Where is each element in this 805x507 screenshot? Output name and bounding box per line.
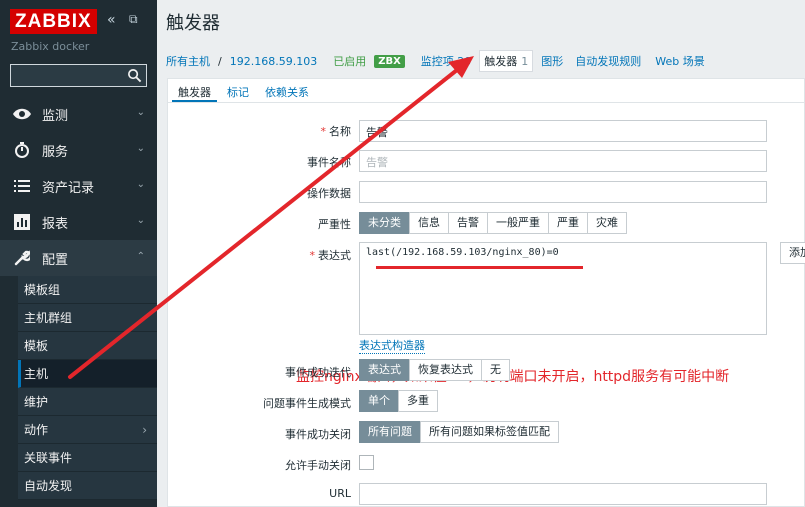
- event-name-input[interactable]: 告警: [359, 150, 767, 172]
- chevron-down-icon: ⌄: [136, 107, 145, 118]
- severity-not-classified[interactable]: 未分类: [359, 212, 410, 234]
- severity-selector: 未分类 信息 告警 一般严重 严重 灾难: [359, 212, 627, 234]
- breadcrumb-separator: /: [218, 54, 222, 68]
- host-tab-triggers[interactable]: 触发器 1: [479, 50, 534, 72]
- nav-label: 服务: [42, 144, 69, 160]
- submenu-actions[interactable]: 动作 ›: [18, 416, 157, 444]
- host-status-enabled[interactable]: 已启用: [333, 53, 366, 69]
- chart-icon: [12, 212, 32, 232]
- add-expression-button[interactable]: 添加: [780, 242, 805, 264]
- trigger-form-panel: 触发器 标记 依赖关系 * 名称 告警 事件名称 告警 操作数据 严重性 未分类 …: [167, 78, 805, 507]
- expression-highlight-underline: [376, 266, 583, 269]
- wrench-icon: [12, 248, 32, 268]
- breadcrumb-all-hosts[interactable]: 所有主机: [166, 53, 210, 69]
- configuration-submenu: 模板组 主机群组 模板 主机 维护 动作 › 关联事件 自动发现: [18, 276, 157, 500]
- required-asterisk: *: [309, 249, 316, 262]
- operational-data-input[interactable]: [359, 181, 767, 203]
- manual-close-label: 允许手动关闭: [285, 459, 351, 472]
- host-tab-triggers-label: 触发器: [484, 55, 518, 68]
- nav-configuration[interactable]: 配置 ⌃: [0, 240, 157, 276]
- host-tab-discovery[interactable]: 自动发现规则: [575, 53, 641, 69]
- operational-data-label: 操作数据: [307, 187, 351, 200]
- url-label: URL: [329, 487, 351, 500]
- sidebar: ZABBIX « ⧉ Zabbix docker 监测 ⌄ 服务 ⌄ 资产记录 …: [0, 0, 157, 507]
- search-icon[interactable]: [127, 68, 142, 83]
- required-asterisk: *: [320, 125, 327, 138]
- host-tab-items[interactable]: 监控项 20: [421, 53, 472, 69]
- nav-label: 资产记录: [42, 180, 95, 196]
- eye-icon: [12, 104, 32, 124]
- zbx-availability-badge: ZBX: [374, 54, 405, 68]
- expression-label-text: 表达式: [318, 249, 351, 262]
- server-name: Zabbix docker: [11, 40, 90, 53]
- submenu-template-groups[interactable]: 模板组: [18, 276, 157, 304]
- name-label-text: 名称: [329, 125, 351, 138]
- ok-event-generation-selector: 表达式 恢复表达式 无: [359, 359, 510, 381]
- severity-warning[interactable]: 告警: [448, 212, 488, 234]
- list-icon: [12, 176, 32, 196]
- kiosk-mode-icon[interactable]: ⧉: [129, 12, 138, 27]
- page-title: 触发器: [166, 13, 220, 34]
- manual-close-checkbox[interactable]: [359, 455, 374, 470]
- chevron-down-icon: ⌄: [136, 143, 145, 154]
- nav-inventory[interactable]: 资产记录 ⌄: [0, 168, 157, 204]
- severity-average[interactable]: 一般严重: [487, 212, 549, 234]
- problem-mode-single[interactable]: 单个: [359, 390, 399, 412]
- host-tab-web[interactable]: Web 场景: [655, 53, 704, 69]
- submenu-actions-label: 动作: [24, 423, 49, 437]
- chevron-down-icon: ⌄: [136, 215, 145, 226]
- name-label: * 名称: [168, 123, 352, 139]
- submenu-templates[interactable]: 模板: [18, 332, 157, 360]
- ok-event-generation-label: 事件成功迭代: [285, 366, 351, 379]
- nav-label: 报表: [42, 216, 69, 232]
- name-input[interactable]: 告警: [359, 120, 767, 142]
- ok-gen-none[interactable]: 无: [481, 359, 510, 381]
- ok-close-all-problems[interactable]: 所有问题: [359, 421, 421, 443]
- host-tab-graphs[interactable]: 图形: [541, 53, 563, 69]
- submenu-host-groups[interactable]: 主机群组: [18, 304, 157, 332]
- tab-trigger[interactable]: 触发器: [172, 79, 217, 102]
- ok-gen-expression[interactable]: 表达式: [359, 359, 410, 381]
- nav-services[interactable]: 服务 ⌄: [0, 132, 157, 168]
- submenu-hosts[interactable]: 主机: [18, 360, 157, 388]
- ok-event-closes-label: 事件成功关闭: [285, 428, 351, 441]
- submenu-maintenance[interactable]: 维护: [18, 388, 157, 416]
- expression-builder-link[interactable]: 表达式构造器: [359, 337, 425, 354]
- form-tabs: 触发器 标记 依赖关系: [168, 79, 804, 103]
- collapse-sidebar-icon[interactable]: «: [107, 12, 116, 28]
- nav-monitoring[interactable]: 监测 ⌄: [0, 96, 157, 132]
- breadcrumb-host[interactable]: 192.168.59.103: [230, 55, 317, 68]
- ok-close-tag-match[interactable]: 所有问题如果标签值匹配: [420, 421, 559, 443]
- severity-disaster[interactable]: 灾难: [587, 212, 627, 234]
- chevron-right-icon: ›: [142, 423, 147, 437]
- severity-information[interactable]: 信息: [409, 212, 449, 234]
- event-name-label: 事件名称: [307, 156, 351, 169]
- submenu-event-correlation[interactable]: 关联事件: [18, 444, 157, 472]
- severity-high[interactable]: 严重: [548, 212, 588, 234]
- problem-mode-selector: 单个 多重: [359, 390, 438, 412]
- nav-label: 监测: [42, 108, 69, 124]
- severity-label: 严重性: [318, 218, 351, 231]
- chevron-down-icon: ⌄: [136, 179, 145, 190]
- tab-dependencies[interactable]: 依赖关系: [259, 79, 315, 102]
- expression-textarea[interactable]: last(/192.168.59.103/nginx_80)=0: [359, 242, 767, 335]
- zabbix-logo[interactable]: ZABBIX: [10, 9, 97, 34]
- sidebar-search-input[interactable]: [10, 64, 147, 87]
- chevron-up-icon: ⌃: [136, 251, 145, 262]
- ok-event-closes-selector: 所有问题 所有问题如果标签值匹配: [359, 421, 559, 443]
- problem-mode-label: 问题事件生成模式: [263, 397, 351, 410]
- breadcrumb: 所有主机 / 192.168.59.103 已启用 ZBX 监控项 20 触发器…: [166, 50, 713, 72]
- clock-icon: [12, 140, 32, 160]
- triggers-count: 1: [521, 55, 529, 68]
- expression-label: * 表达式: [168, 247, 352, 263]
- ok-gen-recovery-expression[interactable]: 恢复表达式: [409, 359, 482, 381]
- main-content: 触发器 所有主机 / 192.168.59.103 已启用 ZBX 监控项 20…: [157, 0, 805, 507]
- submenu-discovery[interactable]: 自动发现: [18, 472, 157, 500]
- problem-mode-multiple[interactable]: 多重: [398, 390, 438, 412]
- nav-label: 配置: [42, 252, 69, 268]
- nav-reports[interactable]: 报表 ⌄: [0, 204, 157, 240]
- tab-tags[interactable]: 标记: [221, 79, 255, 102]
- url-input[interactable]: [359, 483, 767, 505]
